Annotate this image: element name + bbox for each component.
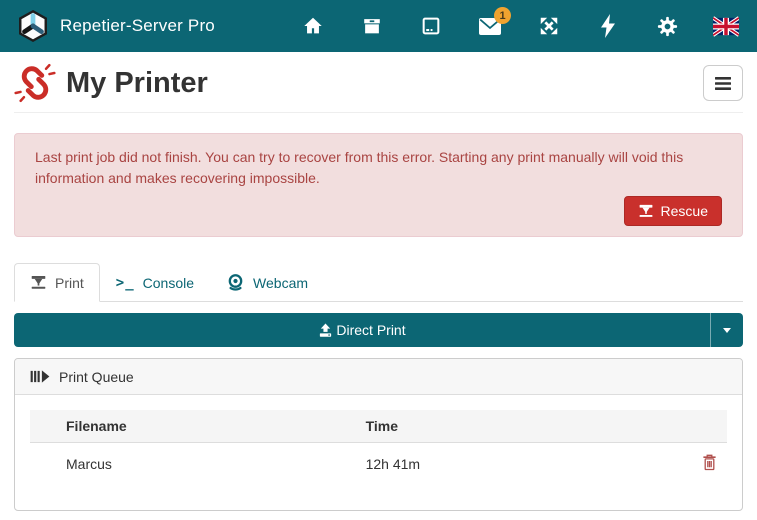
page-header: My Printer: [14, 52, 743, 113]
brand[interactable]: Repetier-Server Pro: [16, 9, 215, 43]
uk-flag-icon: [713, 16, 739, 37]
table-row[interactable]: Marcus 12h 41m: [30, 443, 727, 486]
queue-icon: [30, 369, 50, 384]
home-icon: [302, 15, 324, 37]
page-container: My Printer Last print job did not finish…: [0, 52, 757, 511]
gear-icon: [656, 15, 679, 38]
hamburger-icon: [715, 77, 731, 90]
column-header-actions: [691, 410, 727, 443]
printer-tabs: Print >_ Console Webcam: [14, 263, 743, 302]
tab-print-label: Print: [55, 275, 84, 291]
top-navbar: Repetier-Server Pro: [0, 0, 757, 52]
print-queue-title: Print Queue: [59, 369, 134, 385]
rescue-button[interactable]: Rescue: [624, 196, 722, 226]
repetier-logo-icon: [16, 9, 50, 43]
recover-alert: Last print job did not finish. You can t…: [14, 133, 743, 237]
tab-webcam[interactable]: Webcam: [210, 263, 324, 302]
print-bed-icon: [420, 15, 442, 37]
delete-queue-item-button[interactable]: [702, 454, 717, 471]
trash-icon: [702, 454, 717, 471]
print-queue-header[interactable]: Print Queue: [15, 359, 742, 395]
brand-title: Repetier-Server Pro: [60, 16, 215, 36]
nav-print-bed[interactable]: [418, 11, 444, 41]
printer-nozzle-icon: [638, 203, 654, 219]
column-header-time: Time: [358, 410, 691, 443]
tab-print[interactable]: Print: [14, 263, 100, 302]
queue-item-filename: Marcus: [30, 443, 358, 486]
alert-actions: Rescue: [35, 196, 722, 226]
direct-print-dropdown-toggle[interactable]: [710, 313, 743, 347]
nav-expand[interactable]: [536, 11, 562, 41]
nav-archive[interactable]: [359, 11, 385, 41]
direct-print-label: Direct Print: [336, 322, 405, 338]
nav-messages[interactable]: 1: [477, 11, 503, 41]
print-queue-table: Filename Time Marcus 12h 41m: [30, 410, 727, 485]
printer-menu-button[interactable]: [703, 65, 743, 101]
print-queue-panel: Print Queue Filename Time Marcus 12h 41m: [14, 358, 743, 511]
archive-box-icon: [361, 15, 383, 37]
column-header-filename: Filename: [30, 410, 358, 443]
table-header-row: Filename Time: [30, 410, 727, 443]
printer-nozzle-icon: [30, 274, 47, 291]
nav-language[interactable]: [713, 11, 739, 41]
queue-item-time: 12h 41m: [358, 443, 691, 486]
recover-alert-text: Last print job did not finish. You can t…: [35, 147, 722, 189]
nav-power[interactable]: [595, 11, 621, 41]
bolt-icon: [601, 14, 615, 38]
broken-link-icon: [14, 62, 56, 104]
upload-icon: [318, 323, 333, 338]
expand-arrows-icon: [538, 15, 560, 37]
message-count-badge: 1: [494, 7, 511, 24]
tab-console-label: Console: [143, 275, 194, 291]
page-title: My Printer: [66, 67, 208, 100]
webcam-icon: [226, 273, 245, 292]
navbar-icon-group: 1: [300, 11, 741, 41]
nav-settings[interactable]: [654, 11, 680, 41]
nav-home[interactable]: [300, 11, 326, 41]
tab-webcam-label: Webcam: [253, 275, 308, 291]
caret-down-icon: [723, 328, 731, 333]
direct-print-split-button: Direct Print: [14, 313, 743, 347]
rescue-button-label: Rescue: [661, 203, 708, 219]
direct-print-button[interactable]: Direct Print: [14, 313, 710, 347]
tab-console[interactable]: >_ Console: [100, 263, 210, 302]
terminal-icon: >_: [116, 275, 135, 291]
print-queue-body: Filename Time Marcus 12h 41m: [15, 395, 742, 485]
